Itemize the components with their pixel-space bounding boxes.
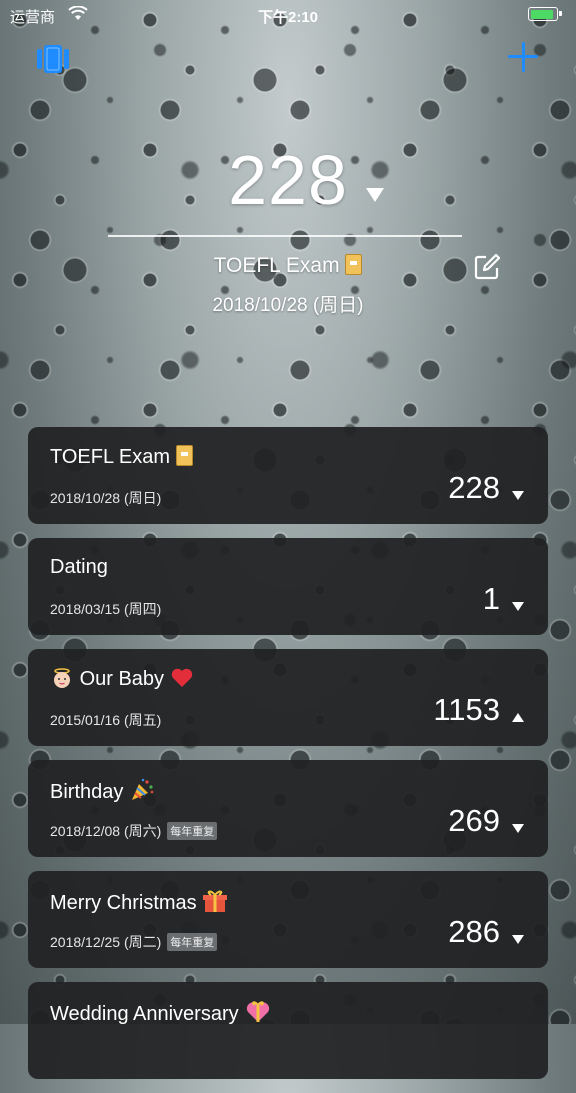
repeat-badge: 每年重复 <box>167 933 218 951</box>
caret-down-icon <box>512 824 524 833</box>
event-title: Dating <box>50 556 108 578</box>
caret-down-icon <box>512 602 524 611</box>
event-card[interactable]: Birthday 2018/12/08 (周六) 每年重复 269 <box>28 760 548 857</box>
event-card[interactable]: Dating 2018/03/15 (周四) 1 <box>28 538 548 635</box>
event-card[interactable]: Merry Christmas 2018/12/25 (周二) 每年重复 286 <box>28 871 548 968</box>
event-date: 2015/01/16 (周五) <box>50 712 162 728</box>
repeat-badge: 每年重复 <box>167 822 218 840</box>
gift-icon <box>203 890 228 912</box>
edit-icon[interactable] <box>472 252 502 282</box>
event-count: 228 <box>448 470 500 505</box>
party-popper-icon <box>131 778 154 800</box>
event-title: Birthday <box>50 778 155 804</box>
heart-icon <box>171 668 192 687</box>
event-card[interactable]: Wedding Anniversary <box>28 982 548 1079</box>
hero-title-text: TOEFL Exam <box>213 254 340 277</box>
caret-down-icon <box>512 491 524 500</box>
hero-date: 2018/10/28 (周日) <box>212 295 364 316</box>
event-title: Our Baby <box>50 667 194 691</box>
event-list: TOEFL Exam 2018/10/28 (周日) 228 Dating 20… <box>28 427 548 1093</box>
event-date: 2018/12/08 (周六) 每年重复 <box>50 821 218 841</box>
event-title: Merry Christmas <box>50 889 228 915</box>
event-count: 1 <box>482 581 500 616</box>
event-title: TOEFL Exam <box>50 445 193 469</box>
hero-count-number: 228 <box>228 141 348 219</box>
heart-gift-icon <box>247 1001 270 1022</box>
event-date: 2018/03/15 (周四) <box>50 601 162 617</box>
caret-down-icon <box>366 188 384 202</box>
event-card[interactable]: TOEFL Exam 2018/10/28 (周日) 228 <box>28 427 548 524</box>
event-count: 1153 <box>433 692 500 727</box>
battery-icon <box>528 7 562 21</box>
book-icon <box>345 254 363 275</box>
clock: 下午2:10 <box>257 9 319 26</box>
status-bar: 运营商 下午2:10 <box>0 0 576 32</box>
hero-day-count: 228 <box>0 140 576 220</box>
book-icon <box>175 445 193 466</box>
baby-icon <box>54 668 70 688</box>
event-count: 286 <box>448 914 500 949</box>
hero-divider <box>108 235 462 237</box>
card-stack-icon[interactable] <box>34 42 72 76</box>
event-card[interactable]: Our Baby 2015/01/16 (周五) 1153 <box>28 649 548 746</box>
add-event-button[interactable] <box>508 42 538 72</box>
caret-up-icon <box>512 713 524 722</box>
event-date: 2018/12/25 (周二) 每年重复 <box>50 932 218 952</box>
event-count: 269 <box>448 803 500 838</box>
event-date: 2018/10/28 (周日) <box>50 490 162 506</box>
event-title: Wedding Anniversary <box>50 1000 272 1026</box>
caret-down-icon <box>512 935 524 944</box>
